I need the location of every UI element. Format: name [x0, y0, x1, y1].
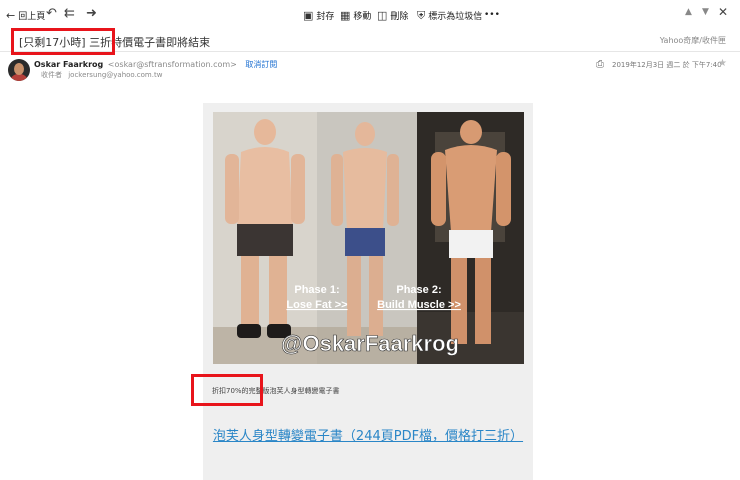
sender-line: Oskar Faarkrog <oskar@sftransformation.c… — [34, 59, 277, 70]
printer-icon[interactable]: ⎙ — [596, 59, 604, 70]
back-label: 回上頁 — [18, 11, 46, 22]
chevron-up-icon[interactable]: ▲ — [685, 8, 692, 17]
back-button[interactable]: ← 回上頁 — [6, 8, 45, 22]
move-label: 移動 — [353, 11, 372, 22]
forward-icon[interactable]: ➜ — [86, 7, 97, 20]
delete-label: 刪除 — [390, 11, 409, 22]
phase2-title: Phase 2: — [396, 284, 441, 296]
sender-name[interactable]: Oskar Faarkrog — [34, 60, 103, 69]
transformation-photo: Phase 1: Lose Fat >> Phase 2: Build Musc… — [213, 112, 524, 364]
phase1-title: Phase 1: — [294, 284, 339, 296]
archive-label: 封存 — [316, 11, 335, 22]
unsubscribe-link[interactable]: 取消訂閱 — [245, 60, 277, 69]
instagram-handle: @OskarFaarkrog — [281, 331, 459, 356]
archive-button[interactable]: ▣ 封存 — [303, 8, 334, 22]
trash-icon: ◫ — [377, 8, 388, 22]
star-icon[interactable]: ★ — [718, 58, 727, 69]
sender-email: <oskar@sftransformation.com> — [107, 60, 237, 69]
reply-icon[interactable]: ↶ — [46, 7, 57, 20]
email-caption: 折扣70%的完整版泡芙人身型轉變電子書 — [212, 387, 340, 395]
chevron-down-icon[interactable]: ▼ — [702, 8, 709, 17]
email-subject: [只剩17小時] 三折特價電子書即將結束 — [19, 36, 211, 49]
recipient-address: jockersung@yahoo.com.tw — [68, 71, 163, 79]
more-button[interactable]: ••• — [484, 8, 500, 22]
subject-bar: [只剩17小時] 三折特價電子書即將結束 Yahoo奇摩/收件匣 — [0, 30, 740, 52]
spam-button[interactable]: ⛨ 標示為垃圾信 — [417, 8, 482, 22]
close-icon[interactable]: ✕ — [718, 6, 728, 18]
shield-icon: ⛨ — [417, 8, 426, 22]
phase2-subtitle: Build Muscle >> — [377, 299, 461, 311]
to-label: 收件者 — [41, 71, 62, 79]
ebook-link[interactable]: 泡芙人身型轉變電子書（244頁PDF檔，價格打三折） — [212, 428, 524, 445]
spam-label: 標示為垃圾信 — [428, 11, 483, 22]
recipient-line: 收件者 jockersung@yahoo.com.tw — [41, 70, 162, 80]
folder-label[interactable]: Yahoo奇摩/收件匣 — [660, 35, 726, 46]
email-date: 2019年12月3日 週二 於 下午7:40 — [612, 61, 722, 69]
move-button[interactable]: ▦ 移動 — [340, 8, 371, 22]
phase1-subtitle: Lose Fat >> — [286, 299, 347, 311]
avatar — [8, 59, 30, 81]
folder-icon: ▦ — [340, 8, 351, 22]
delete-button[interactable]: ◫ 刪除 — [377, 8, 408, 22]
transformation-photo-art: Phase 1: Lose Fat >> Phase 2: Build Musc… — [213, 112, 524, 364]
reply-all-icon[interactable]: ⇇ — [64, 7, 75, 20]
archive-icon: ▣ — [303, 8, 314, 22]
back-arrow-icon: ← — [6, 8, 16, 22]
more-label: ••• — [484, 10, 500, 20]
message-toolbar: ← 回上頁 ↶ ⇇ ➜ ▣ 封存 ▦ 移動 ◫ 刪除 ⛨ 標示為垃圾信 ••• … — [0, 0, 740, 30]
